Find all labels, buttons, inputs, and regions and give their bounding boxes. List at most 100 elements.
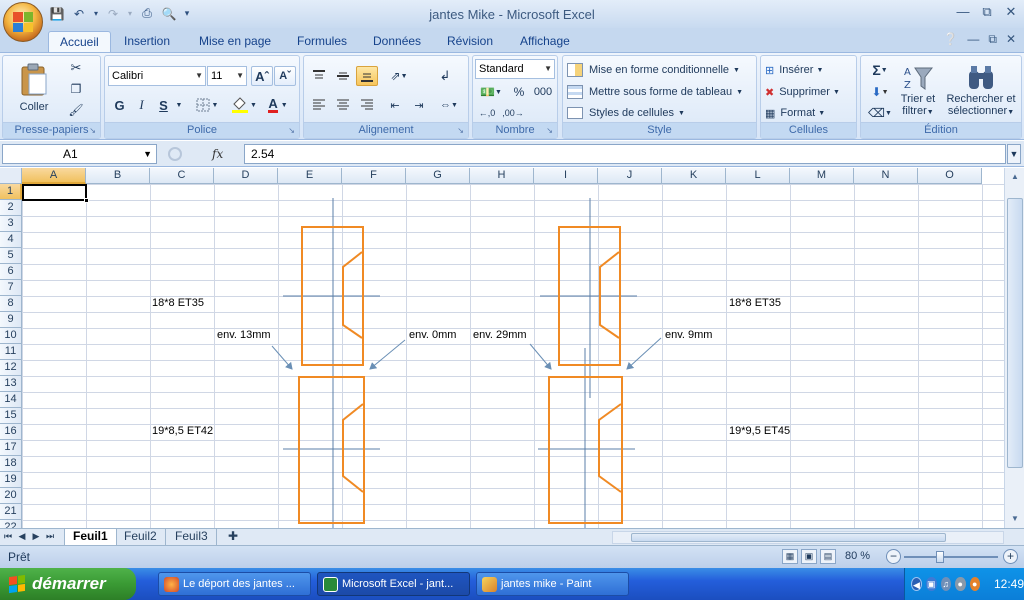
zoom-slider[interactable] [904, 556, 998, 558]
help-icon[interactable]: ❔ [943, 32, 958, 47]
accounting-format-icon[interactable]: 💵 ▼ [475, 82, 507, 102]
format-as-table-button[interactable]: Mettre sous forme de tableau ▼ [566, 82, 755, 102]
workbook-restore-icon[interactable]: ⧉ [988, 32, 997, 47]
taskbar-item-excel[interactable]: Microsoft Excel - jant... [317, 572, 470, 596]
workbook-minimize-icon[interactable]: — [967, 32, 979, 47]
increase-indent-icon[interactable]: ⇥ [408, 95, 430, 115]
next-sheet-icon[interactable]: ▶ [31, 531, 41, 542]
page-break-view-icon[interactable]: ▤ [820, 549, 836, 564]
tab-mise-en-page[interactable]: Mise en page [188, 31, 282, 52]
name-box[interactable]: A1 ▼ [2, 144, 157, 164]
scroll-down-icon[interactable]: ▼ [1008, 512, 1022, 526]
align-middle-icon[interactable] [332, 66, 354, 86]
underline-button[interactable]: S [154, 95, 173, 115]
zoom-out-icon[interactable]: − [886, 549, 901, 564]
expand-formula-bar-icon[interactable]: ▼ [1007, 144, 1021, 164]
dialog-launcher-icon[interactable]: ↘ [457, 126, 464, 135]
merge-center-icon[interactable]: ⇔ ▼ [434, 95, 464, 115]
first-sheet-icon[interactable]: ⏮ [3, 531, 13, 542]
cell-styles-button[interactable]: Styles de cellules ▼ [566, 104, 755, 122]
vertical-scroll-thumb[interactable] [1007, 198, 1023, 468]
underline-dropdown-icon[interactable]: ▼ [174, 95, 184, 115]
font-color-button[interactable]: A ▼ [263, 95, 293, 115]
format-painter-icon[interactable]: 🖌 [65, 101, 87, 119]
zoom-slider-thumb[interactable] [936, 551, 944, 563]
vertical-scrollbar[interactable]: ▲ ▼ [1004, 168, 1024, 528]
taskbar-item-paint[interactable]: jantes mike - Paint [476, 572, 629, 596]
dialog-launcher-icon[interactable]: ↘ [288, 126, 295, 135]
wrap-text-icon[interactable]: ↲ [434, 66, 456, 86]
normal-view-icon[interactable]: ▦ [782, 549, 798, 564]
fill-icon[interactable]: ⬇ ▼ [865, 82, 895, 102]
tab-insertion[interactable]: Insertion [113, 31, 181, 52]
fill-color-button[interactable]: ▼ [229, 95, 259, 115]
close-icon[interactable]: ✕ [1004, 4, 1018, 20]
italic-button[interactable]: I [132, 95, 151, 115]
zoom-in-icon[interactable]: + [1003, 549, 1018, 564]
workbook-close-icon[interactable]: ✕ [1006, 32, 1016, 47]
tab-formules[interactable]: Formules [286, 31, 358, 52]
active-cell-a1[interactable] [22, 184, 89, 203]
tab-affichage[interactable]: Affichage [509, 31, 581, 52]
align-left-icon[interactable] [308, 95, 330, 115]
decrease-indent-icon[interactable]: ⇤ [384, 95, 406, 115]
align-bottom-icon[interactable] [356, 66, 378, 86]
security-icon[interactable]: ● [955, 577, 966, 591]
grow-font-icon[interactable]: Aˆ [251, 66, 273, 86]
cut-icon[interactable]: ✂ [65, 59, 87, 77]
autosum-icon[interactable]: Σ ▼ [865, 60, 895, 80]
formula-input[interactable]: 2.54 [244, 144, 1006, 164]
volume-icon[interactable]: ♫ [940, 577, 951, 591]
delete-cells-button[interactable]: ✖ Supprimer ▼ [764, 82, 855, 102]
percent-button[interactable]: % [509, 82, 529, 102]
tab-donnees[interactable]: Données [362, 31, 432, 52]
dialog-launcher-icon[interactable]: ↘ [546, 126, 553, 135]
start-button[interactable]: démarrer [0, 568, 136, 600]
update-icon[interactable]: ● [969, 577, 980, 591]
sort-filter-button[interactable]: AZ Trier et filtrer▼ [897, 58, 939, 122]
insert-cells-button[interactable]: ⊞ Insérer ▼ [764, 60, 855, 80]
format-cells-button[interactable]: ▦ Format ▼ [764, 104, 855, 122]
paste-button[interactable]: Coller [9, 58, 59, 118]
find-select-button[interactable]: Rechercher et sélectionner▼ [941, 58, 1021, 122]
tray-expand-icon[interactable]: ◀ [911, 577, 922, 591]
bold-button[interactable]: G [110, 95, 129, 115]
dialog-launcher-icon[interactable]: ↘ [89, 126, 96, 135]
clear-icon[interactable]: ⌫ ▼ [865, 104, 895, 122]
align-right-icon[interactable] [356, 95, 378, 115]
network-icon[interactable]: ▣ [926, 577, 937, 591]
scroll-up-icon[interactable]: ▲ [1008, 170, 1022, 184]
horizontal-scrollbar[interactable] [612, 531, 1004, 544]
insert-function-button[interactable]: fx [212, 147, 223, 161]
thousands-separator-button[interactable]: 000 [531, 82, 555, 102]
increase-decimal-icon[interactable]: ←,0 [475, 104, 499, 122]
page-layout-view-icon[interactable]: ▣ [801, 549, 817, 564]
sheet-tab-feuil2[interactable]: Feuil2 [116, 529, 166, 545]
decrease-decimal-icon[interactable]: ,00→ [501, 104, 525, 122]
shrink-font-icon[interactable]: Aˇ [274, 66, 296, 86]
sheet-tab-feuil1[interactable]: Feuil1 [64, 529, 117, 545]
align-center-icon[interactable] [332, 95, 354, 115]
restore-icon[interactable]: ⧉ [980, 4, 994, 20]
office-button[interactable] [3, 2, 43, 42]
fill-handle[interactable] [84, 198, 89, 203]
group-label: Nombre [473, 122, 557, 138]
font-size-input[interactable]: 11 ▼ [207, 66, 247, 86]
zoom-level[interactable]: 80 % [845, 550, 870, 562]
font-name-input[interactable]: Calibri ▼ [108, 66, 206, 86]
last-sheet-icon[interactable]: ⏭ [45, 531, 55, 542]
horizontal-scroll-thumb[interactable] [631, 533, 946, 542]
conditional-formatting-button[interactable]: Mise en forme conditionnelle ▼ [566, 60, 755, 80]
tab-accueil[interactable]: Accueil [48, 31, 111, 52]
align-top-icon[interactable] [308, 66, 330, 86]
borders-button[interactable]: ▼ [193, 95, 221, 115]
insert-sheet-icon[interactable]: ✚ [220, 529, 246, 545]
taskbar-item-firefox[interactable]: Le déport des jantes ... [158, 572, 311, 596]
sheet-tab-feuil3[interactable]: Feuil3 [167, 529, 217, 545]
prev-sheet-icon[interactable]: ◀ [17, 531, 27, 542]
minimize-icon[interactable]: — [956, 4, 970, 20]
copy-icon[interactable]: ❐ [65, 80, 87, 98]
orientation-icon[interactable]: ⇗ ▼ [384, 66, 414, 86]
tab-revision[interactable]: Révision [436, 31, 504, 52]
number-format-input[interactable]: Standard ▼ [475, 59, 555, 79]
